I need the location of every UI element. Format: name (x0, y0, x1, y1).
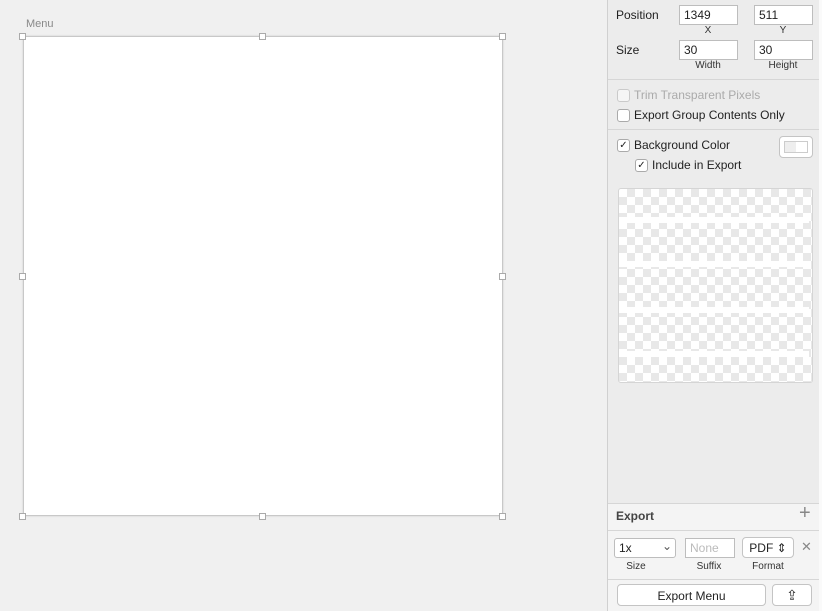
width-input[interactable]: 30 (679, 40, 738, 60)
divider (608, 129, 820, 130)
resize-handle[interactable] (499, 513, 506, 520)
resize-handle[interactable] (19, 273, 26, 280)
share-icon[interactable]: ⇪ (772, 584, 812, 606)
size-label: Size (616, 43, 640, 57)
add-export-icon[interactable]: + (799, 502, 811, 525)
inspector-panel: Position 1349 511 X Y Size 30 30 Width H… (607, 0, 820, 611)
export-preview (618, 188, 813, 383)
export-menu-button[interactable]: Export Menu (617, 584, 766, 606)
position-label: Position (616, 8, 659, 22)
y-label: Y (779, 25, 787, 36)
x-input[interactable]: 1349 (679, 5, 738, 25)
width-label: Width (695, 60, 721, 71)
export-size-label: Size (626, 561, 646, 572)
chevron-down-icon: ⌄ (661, 539, 672, 553)
include-in-export-checkbox[interactable]: ✓ (635, 159, 648, 172)
divider (608, 579, 820, 580)
canvas[interactable]: Menu (0, 0, 607, 611)
up-down-icon: ⇕ (776, 541, 787, 555)
resize-handle[interactable] (19, 513, 26, 520)
y-input[interactable]: 511 (754, 5, 813, 25)
background-color-label: Background Color (634, 138, 731, 152)
group-contents-checkbox[interactable] (617, 109, 630, 122)
export-section-title: Export (616, 509, 655, 523)
format-label: Format (752, 561, 784, 572)
trim-label: Trim Transparent Pixels (634, 88, 761, 102)
resize-handle[interactable] (499, 33, 506, 40)
suffix-label: Suffix (696, 561, 722, 572)
resize-handle[interactable] (19, 33, 26, 40)
resize-handle[interactable] (259, 33, 266, 40)
resize-handle[interactable] (499, 273, 506, 280)
format-value: PDF (749, 541, 774, 555)
x-label: X (704, 25, 712, 36)
remove-export-icon[interactable]: ✕ (801, 539, 812, 555)
background-color-checkbox[interactable]: ✓ (617, 139, 630, 152)
group-contents-label: Export Group Contents Only (634, 108, 785, 122)
resize-handle[interactable] (259, 513, 266, 520)
format-select[interactable]: PDF ⇕ (742, 537, 794, 558)
export-size-select[interactable]: 1x ⌄ (614, 538, 676, 558)
trim-checkbox[interactable] (617, 89, 630, 102)
divider (608, 79, 820, 80)
background-color-swatch[interactable] (779, 136, 813, 158)
divider (608, 530, 820, 531)
artboard-name[interactable]: Menu (26, 18, 54, 30)
artboard[interactable] (23, 36, 503, 516)
suffix-input[interactable]: None (685, 538, 735, 558)
height-input[interactable]: 30 (754, 40, 813, 60)
export-size-value: 1x (619, 541, 632, 555)
include-in-export-label: Include in Export (652, 158, 742, 172)
height-label: Height (768, 60, 798, 71)
